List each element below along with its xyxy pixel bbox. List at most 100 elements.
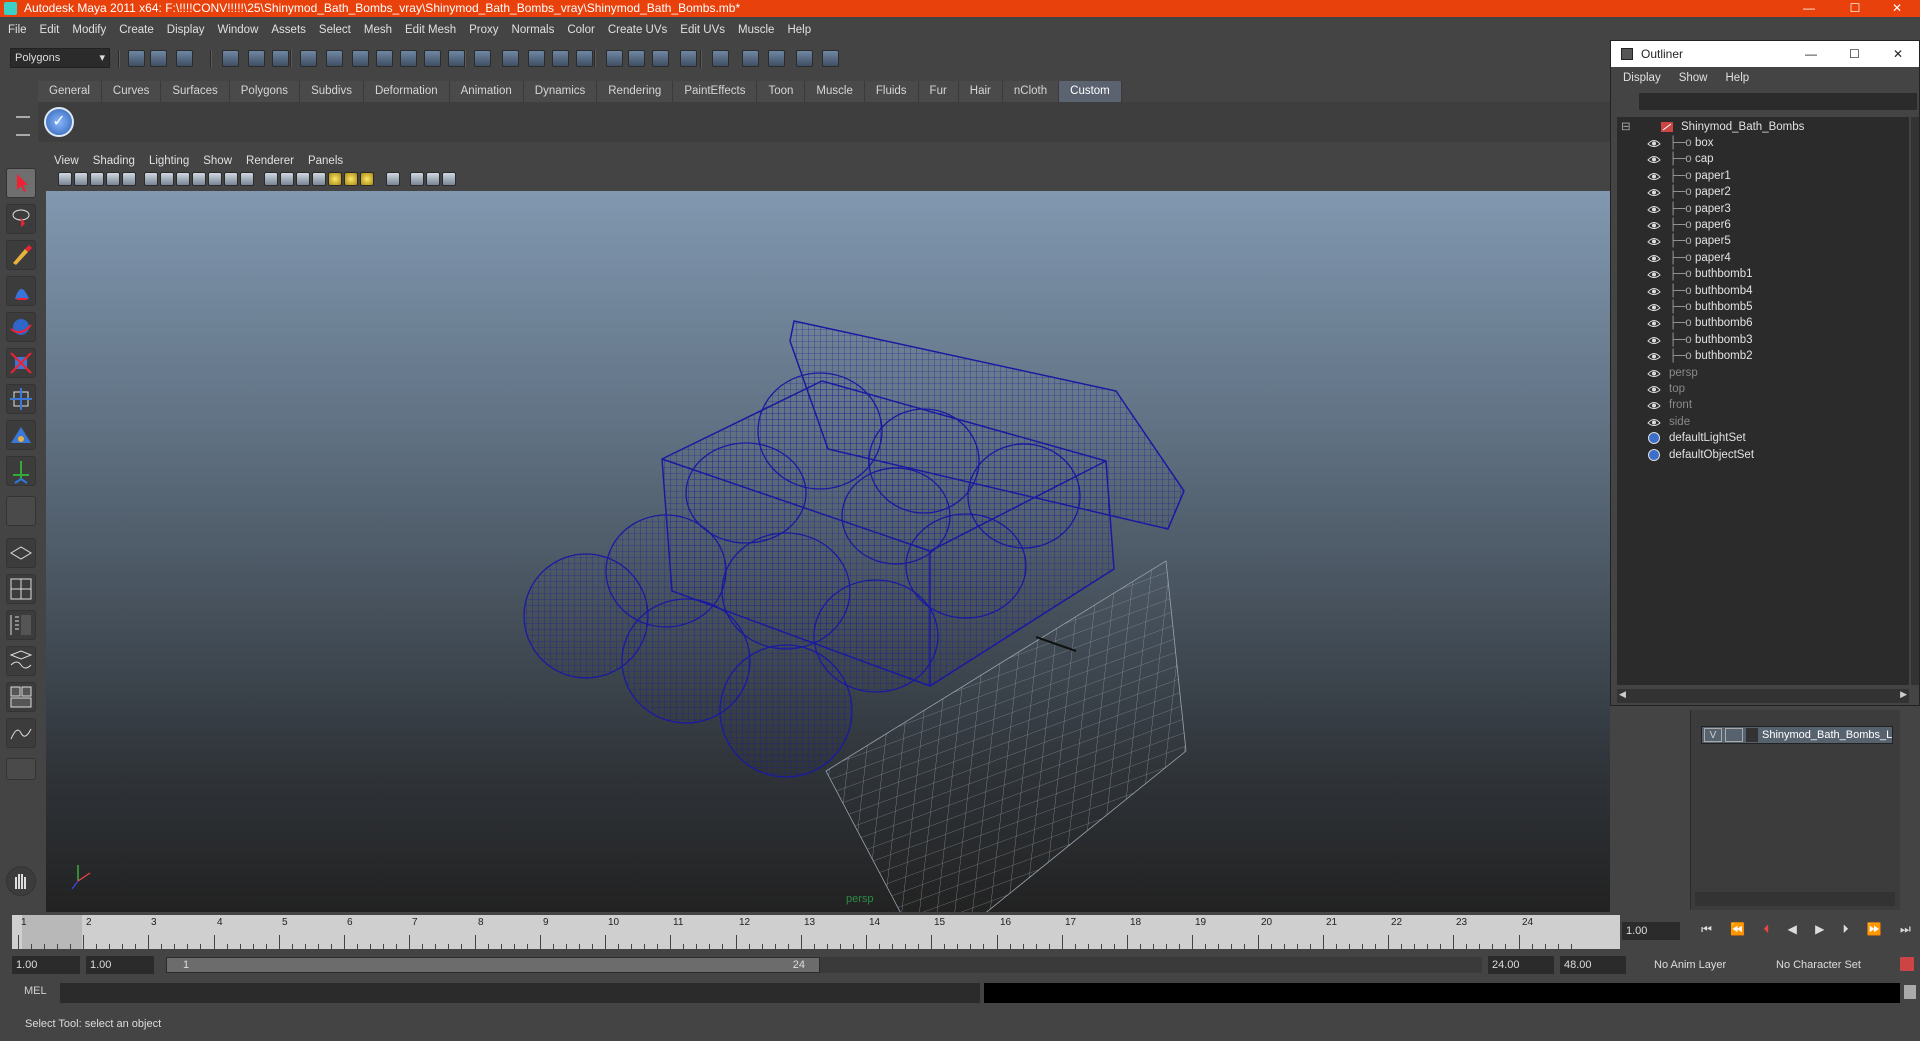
shelf-menu-icon[interactable] [16,116,30,136]
scroll-left-icon[interactable]: ◀ [1619,689,1626,700]
outliner-vertical-scrollbar[interactable] [1911,117,1919,685]
snap-live-icon[interactable] [424,50,441,67]
shelf-tab-muscle[interactable]: Muscle [805,81,865,102]
channel-box-icon[interactable] [742,50,759,67]
menu-file[interactable]: File [8,24,27,36]
shelf-tab-ncloth[interactable]: nCloth [1002,81,1060,102]
camera-attributes-icon[interactable] [74,172,88,186]
current-frame-field[interactable]: 1.00 [1622,922,1680,940]
maximize-button[interactable]: ☐ [1832,0,1878,17]
xray-components-icon[interactable] [442,172,456,186]
select-component-icon[interactable] [272,50,289,67]
step-back-icon[interactable]: ⏪ [1730,922,1745,942]
command-input[interactable] [60,983,980,1003]
resolution-gate-icon[interactable] [176,172,190,186]
minimize-button[interactable]: — [1786,0,1832,17]
menu-create[interactable]: Create [119,24,154,36]
outliner-persp-layout-icon[interactable] [6,610,36,640]
select-highlight-icon[interactable] [576,50,593,67]
playback-end-field[interactable]: 24.00 [1488,956,1554,974]
shelf-tab-toon[interactable]: Toon [757,81,806,102]
menu-normals[interactable]: Normals [512,24,555,36]
bookmarks-icon[interactable] [90,172,104,186]
render-frame-icon[interactable] [606,50,623,67]
menu-set-dropdown[interactable]: Polygons ▾ [10,48,110,68]
grid-toggle-icon[interactable] [144,172,158,186]
graph-layout-icon[interactable] [6,718,36,748]
shelf-tab-custom[interactable]: Custom [1059,81,1122,102]
smooth-shade-icon[interactable] [280,172,294,186]
play-backwards-icon[interactable]: ◀ [1788,922,1797,942]
shadows-icon[interactable] [344,172,358,186]
save-scene-icon[interactable] [176,50,193,67]
character-set-dropdown[interactable]: No Character Set [1772,956,1882,974]
outliner-maximize-button[interactable]: ☐ [1849,41,1860,67]
select-camera-icon[interactable] [58,172,72,186]
play-forwards-icon[interactable]: ▶ [1815,922,1824,942]
close-button[interactable]: ✕ [1874,0,1920,17]
rotate-tool-icon[interactable] [6,312,36,342]
field-chart-icon[interactable] [208,172,222,186]
shelf-tab-rendering[interactable]: Rendering [597,81,674,102]
lasso-tool-icon[interactable] [6,204,36,234]
checkmark-shelf-icon[interactable]: ✓ [44,107,74,137]
layer-row[interactable]: V Shinymod_Bath_Bombs_L [1701,726,1893,744]
playback-start-field[interactable]: 1.00 [86,956,154,974]
menu-display[interactable]: Display [167,24,205,36]
custom-layout-icon[interactable] [6,758,36,780]
use-all-lights-icon[interactable] [328,172,342,186]
shelf-tab-polygons[interactable]: Polygons [229,81,301,102]
shelf-tab-painteffects[interactable]: PaintEffects [673,81,758,102]
menu-muscle[interactable]: Muscle [738,24,774,36]
construction-history-icon[interactable] [528,50,545,67]
two-d-pan-icon[interactable] [122,172,136,186]
scroll-right-icon[interactable]: ▶ [1900,689,1907,700]
auto-key-icon[interactable] [1900,957,1914,971]
shelf-tab-curves[interactable]: Curves [101,81,162,102]
perspective-viewport[interactable]: persp [46,191,1610,912]
select-tool-icon[interactable] [6,168,36,198]
viewport-menu-shading[interactable]: Shading [93,155,135,167]
shelf-tab-fluids[interactable]: Fluids [864,81,919,102]
shelf-tab-animation[interactable]: Animation [449,81,524,102]
last-tool-icon[interactable] [6,496,36,526]
hypershade-icon[interactable] [680,50,697,67]
menu-assets[interactable]: Assets [271,24,306,36]
menu-proxy[interactable]: Proxy [469,24,498,36]
move-tool-icon[interactable] [6,276,36,306]
hand-icon[interactable] [6,866,36,896]
tool-settings-icon[interactable] [796,50,813,67]
film-gate-icon[interactable] [160,172,174,186]
snap-curve-icon[interactable] [352,50,369,67]
viewport-menu-view[interactable]: View [54,155,79,167]
render-settings-icon[interactable] [652,50,669,67]
history-icon[interactable] [448,50,465,67]
shelf-tab-subdivs[interactable]: Subdivs [300,81,364,102]
snap-plane-icon[interactable] [400,50,417,67]
select-hierarchy-icon[interactable] [222,50,239,67]
outliner-menu-help[interactable]: Help [1726,72,1750,84]
menu-edit-uvs[interactable]: Edit UVs [680,24,725,36]
layer-color-swatch[interactable] [1746,728,1758,742]
go-to-start-icon[interactable]: ⏮ [1701,922,1712,942]
viewport-menu-renderer[interactable]: Renderer [246,155,294,167]
layer-scrollbar[interactable] [1695,892,1895,906]
gate-mask-icon[interactable] [192,172,206,186]
outliner-menu-display[interactable]: Display [1623,72,1661,84]
menu-help[interactable]: Help [787,24,811,36]
paint-select-tool-icon[interactable] [6,240,36,270]
single-pane-layout-icon[interactable] [6,538,36,568]
time-slider[interactable]: 1 2 3 4 5 6 7 8 9 10 11 12 13 14 15 16 17 18 19 20 21 22 23 24 [12,915,1620,949]
universal-manipulator-icon[interactable] [6,384,36,414]
anim-layer-dropdown[interactable]: No Anim Layer [1650,956,1754,974]
end-time-field[interactable]: 48.00 [1560,956,1626,974]
outliner-close-button[interactable]: ✕ [1893,41,1903,67]
script-editor-icon[interactable] [1904,985,1916,999]
open-scene-icon[interactable] [150,50,167,67]
new-scene-icon[interactable] [128,50,145,67]
shelf-tab-deformation[interactable]: Deformation [363,81,450,102]
shelf-tab-dynamics[interactable]: Dynamics [523,81,598,102]
textured-icon[interactable] [312,172,326,186]
menu-edit[interactable]: Edit [40,24,60,36]
menu-create-uvs[interactable]: Create UVs [608,24,667,36]
